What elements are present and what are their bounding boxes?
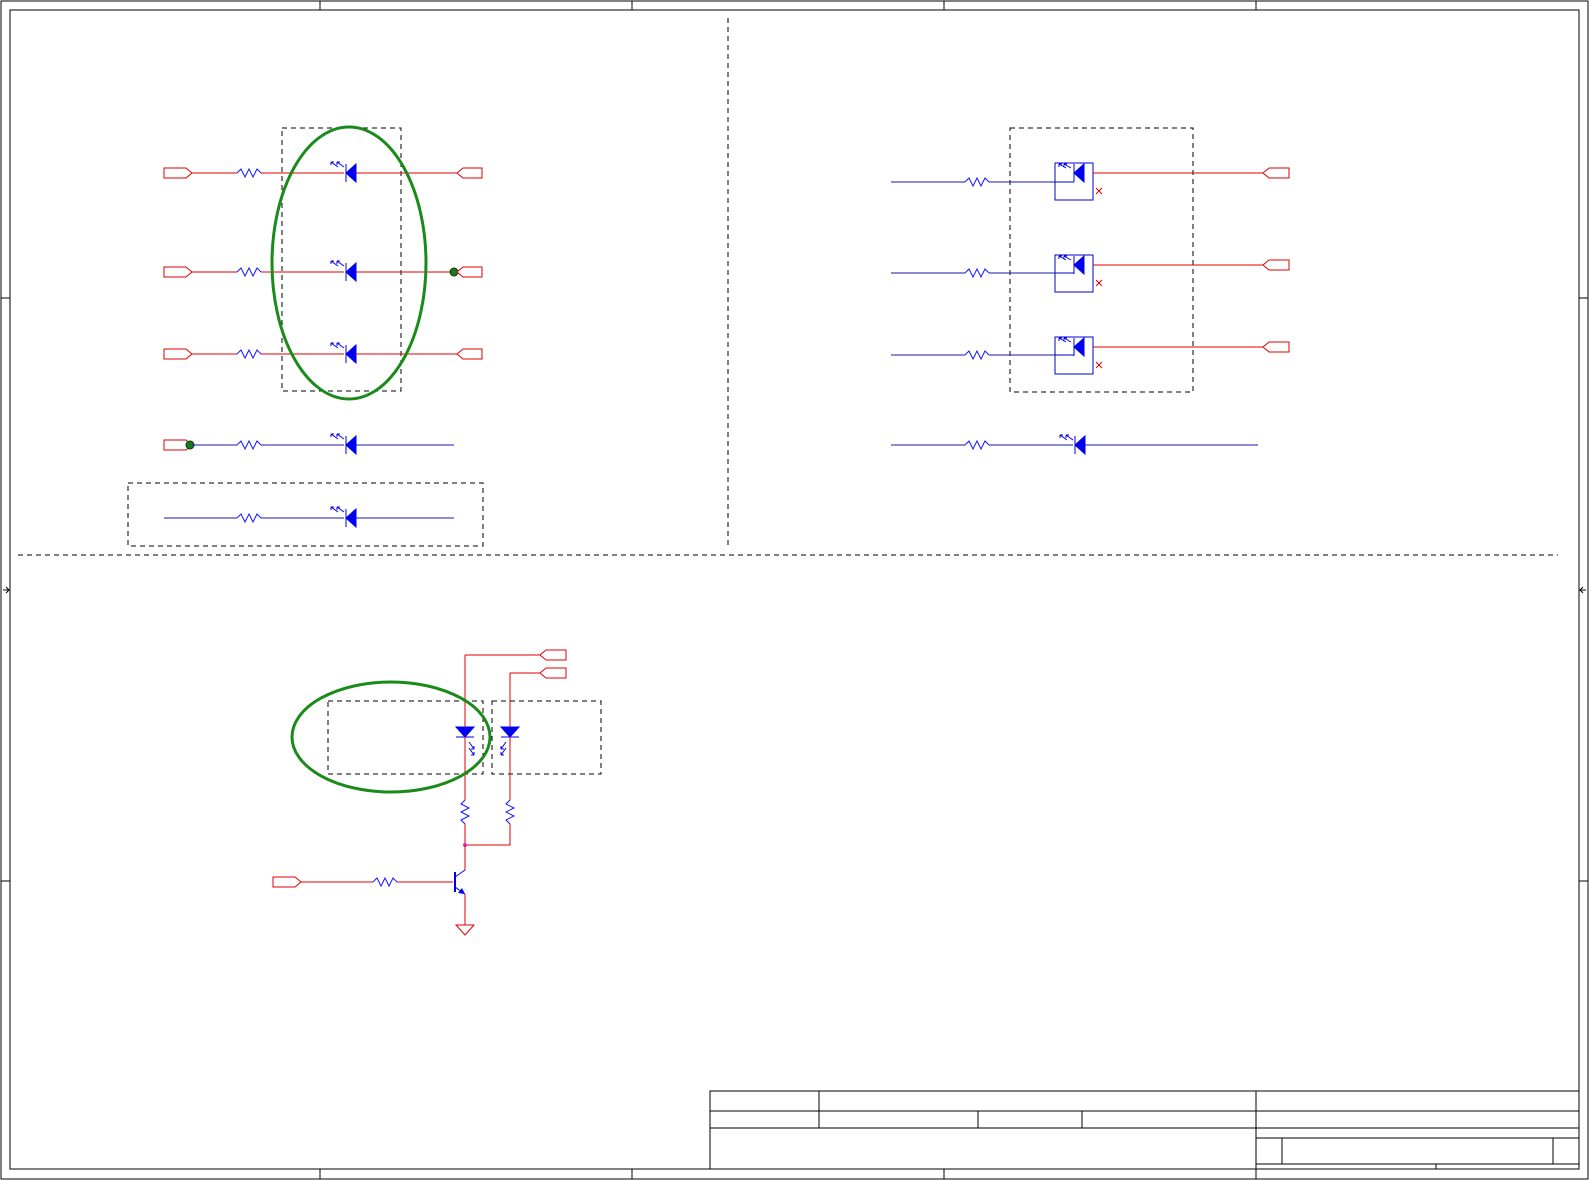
resistor-icon (964, 176, 990, 188)
led-channel-4 (163, 433, 454, 456)
resistor-icon (964, 349, 990, 361)
resistor-icon (964, 267, 990, 279)
led-icon (1055, 162, 1085, 184)
led-channel-2 (163, 260, 483, 283)
port-icon[interactable] (456, 348, 483, 360)
highlight-ellipse-top (270, 125, 428, 401)
port-icon[interactable] (539, 649, 567, 661)
resistor-icon (964, 439, 990, 451)
port-icon[interactable] (1262, 167, 1290, 179)
port-icon[interactable] (1262, 341, 1290, 353)
module-group-box (1009, 127, 1194, 393)
drawing-frame (0, 0, 1589, 1180)
led-icon (1055, 336, 1085, 358)
ground-icon (454, 924, 476, 936)
resistor-icon (236, 266, 262, 278)
led-module-3 (891, 336, 1290, 375)
resistor-icon (236, 167, 262, 179)
no-connect-mark (1095, 187, 1103, 195)
npn-transistor-icon (454, 869, 466, 895)
no-connect-mark (1095, 279, 1103, 287)
title-block (709, 1090, 1580, 1170)
port-icon[interactable] (456, 266, 483, 278)
led-group-box (281, 127, 402, 392)
led-icon (330, 433, 357, 456)
led-channel-right-4 (891, 434, 1258, 456)
left-center-arrow-icon (3, 586, 10, 594)
led-icon (330, 506, 357, 529)
resistor-icon (236, 439, 262, 451)
resistor-icon (504, 799, 516, 825)
section-top-left (127, 125, 484, 547)
resistor-icon (459, 799, 471, 825)
led-module-2 (891, 254, 1290, 293)
port-icon[interactable] (456, 167, 483, 179)
port-icon[interactable] (539, 667, 567, 679)
led-channel-1 (163, 161, 483, 184)
port-icon[interactable] (163, 348, 193, 360)
no-connect-mark (1095, 361, 1103, 369)
resistor-icon (372, 876, 398, 888)
led-icon (330, 161, 357, 184)
led-channel-5-box (127, 482, 484, 547)
led-channel-3 (163, 342, 483, 365)
right-center-arrow-icon (1579, 586, 1586, 594)
led-icon (330, 260, 357, 283)
led-module-1 (891, 162, 1290, 201)
port-icon[interactable] (1262, 259, 1290, 271)
port-icon[interactable] (163, 167, 193, 179)
resistor-icon (236, 348, 262, 360)
led-icon (1055, 254, 1085, 276)
port-icon[interactable] (272, 876, 302, 888)
led-channel-5 (164, 506, 454, 529)
port-icon[interactable] (163, 266, 193, 278)
resistor-icon (236, 512, 262, 524)
schematic-sheet (0, 0, 1589, 1180)
section-top-right (891, 127, 1290, 456)
section-bottom (272, 649, 602, 936)
led-icon (330, 342, 357, 365)
